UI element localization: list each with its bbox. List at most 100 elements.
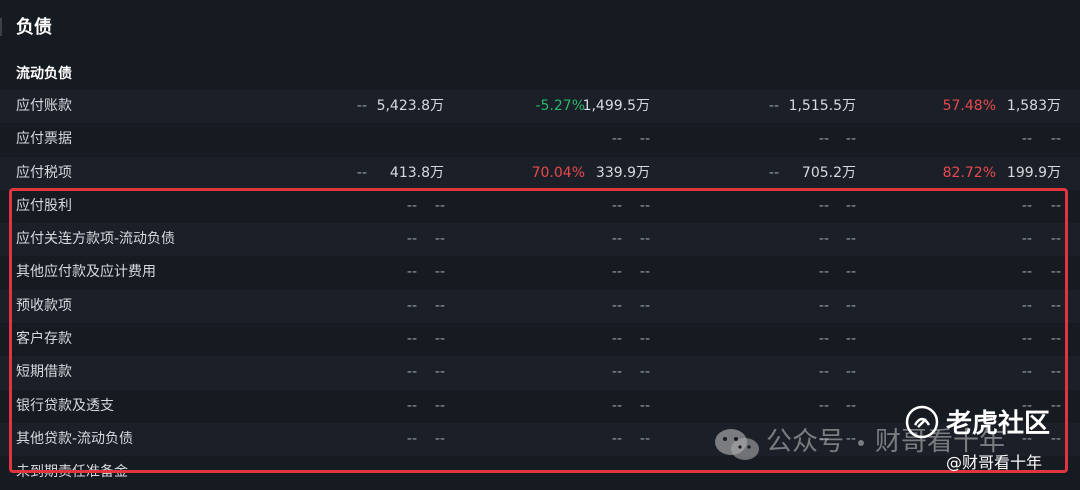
wechat-label: 公众号 <box>766 427 845 457</box>
value-cell: -- <box>639 264 650 281</box>
value-cell: -- <box>611 430 622 447</box>
value-cell: -- <box>1021 131 1032 148</box>
value-cell: -- <box>818 397 829 414</box>
section-accent-bar <box>0 18 2 36</box>
value-cell: -- <box>1050 397 1061 414</box>
change-percent: 57.48% <box>942 98 996 114</box>
value-cell: -- <box>611 197 622 214</box>
value-cell: -- <box>1021 231 1032 248</box>
value-cell: -- <box>611 131 622 148</box>
value-cell: -- <box>406 197 417 214</box>
value-cell: -- <box>406 297 417 314</box>
table-row: 应付税项 -- 413.8万 70.04% 339.9万 -- 705.2万 82.72% 19… <box>0 156 1080 190</box>
row-label: 银行贷款及透支 <box>16 397 114 414</box>
value-cell: -- <box>611 364 622 381</box>
value-cell: -- <box>434 297 445 314</box>
value-cell: -- <box>818 231 829 248</box>
value-cell: -- <box>845 364 856 381</box>
value-cell: -- <box>845 397 856 414</box>
value-cell: -- <box>818 131 829 148</box>
table-row: 其他应付款及应计费用 -- -- -- -- -- -- -- -- <box>0 256 1080 290</box>
value-cell: -- <box>1050 264 1061 281</box>
subsection-title: 流动负债 <box>16 66 72 82</box>
value-cell: -- <box>639 397 650 414</box>
value-cell: -- <box>406 331 417 348</box>
value-cell: 339.9万 <box>595 164 650 181</box>
row-label: 应付账款 <box>16 98 72 114</box>
table-row: 短期借款 -- -- -- -- -- -- -- -- <box>0 356 1080 390</box>
value-cell: -- <box>1050 297 1061 314</box>
row-label: 应付税项 <box>16 164 72 181</box>
value-cell: -- <box>845 430 856 447</box>
value-cell: -- <box>845 231 856 248</box>
watermark-text: 公众号 <box>766 420 844 464</box>
value-cell: -- <box>406 397 417 414</box>
change-percent: 70.04% <box>531 164 585 181</box>
value-cell: -- <box>818 364 829 381</box>
value-cell: -- <box>818 297 829 314</box>
tiger-logo-icon <box>905 405 939 439</box>
table-row: 应付账款 -- 5,423.8万 -5.27% 1,499.5万 -- 1,515.5万 57… <box>0 90 1080 124</box>
table-row: 应付股利 -- -- -- -- -- -- -- -- <box>0 189 1080 224</box>
value-cell: -- <box>611 297 622 314</box>
value-cell: -- <box>639 297 650 314</box>
value-cell: -- <box>1021 364 1032 381</box>
change-percent: -5.27% <box>535 98 585 114</box>
value-cell: 1,499.5万 <box>582 98 650 114</box>
value-cell: -- <box>406 231 417 248</box>
value-cell: 705.2万 <box>801 164 856 181</box>
value-cell: -- <box>639 197 650 214</box>
value-cell: -- <box>434 197 445 214</box>
value-cell: -- <box>406 364 417 381</box>
value-cell: -- <box>639 364 650 381</box>
value-cell: 199.9万 <box>1006 164 1061 181</box>
row-label: 应付票据 <box>16 131 72 148</box>
value-cell: -- <box>768 98 779 114</box>
watermark-separator <box>858 440 864 446</box>
value-cell: -- <box>845 331 856 348</box>
logo-text: 老虎社区 <box>946 409 1051 439</box>
value-cell: -- <box>406 430 417 447</box>
table-row: 应付关连方款项-流动负债 -- -- -- -- -- -- -- -- <box>0 223 1080 257</box>
value-cell: 413.8万 <box>389 164 444 181</box>
value-cell: -- <box>768 164 779 181</box>
value-cell: 1,583万 <box>1006 98 1061 114</box>
value-cell: -- <box>611 231 622 248</box>
value-cell: -- <box>1050 131 1061 148</box>
value-cell: -- <box>845 131 856 148</box>
author-handle: @财哥看十年 <box>946 453 1043 472</box>
value-cell: -- <box>1050 231 1061 248</box>
value-cell: -- <box>434 231 445 248</box>
value-cell: -- <box>434 430 445 447</box>
value-cell: -- <box>639 430 650 447</box>
table-row: 客户存款 -- -- -- -- -- -- -- -- <box>0 323 1080 357</box>
value-cell: -- <box>406 264 417 281</box>
wechat-icon <box>715 429 759 460</box>
row-label: 其他贷款-流动负债 <box>16 430 134 447</box>
value-cell: -- <box>1050 364 1061 381</box>
row-label: 其他应付款及应计费用 <box>16 264 156 281</box>
row-label: 短期借款 <box>16 364 72 381</box>
value-cell: -- <box>845 264 856 281</box>
value-cell: -- <box>818 331 829 348</box>
value-cell: -- <box>818 197 829 214</box>
value-cell: -- <box>845 197 856 214</box>
value-cell: -- <box>356 164 367 181</box>
value-cell: -- <box>434 331 445 348</box>
value-cell: -- <box>1050 331 1061 348</box>
table-row: 预收款项 -- -- -- -- -- -- -- -- <box>0 289 1080 324</box>
value-cell: -- <box>1050 430 1061 447</box>
value-cell: -- <box>639 231 650 248</box>
section-title: 负债 <box>16 17 52 38</box>
value-cell: -- <box>611 397 622 414</box>
value-cell: 1,515.5万 <box>788 98 856 114</box>
value-cell: -- <box>356 98 367 114</box>
value-cell: -- <box>639 331 650 348</box>
value-cell: -- <box>1050 197 1061 214</box>
value-cell: -- <box>434 397 445 414</box>
change-percent: 82.72% <box>942 164 996 181</box>
value-cell: -- <box>1021 264 1032 281</box>
value-cell: -- <box>1021 197 1032 214</box>
value-cell: -- <box>1021 297 1032 314</box>
value-cell: -- <box>639 131 650 148</box>
